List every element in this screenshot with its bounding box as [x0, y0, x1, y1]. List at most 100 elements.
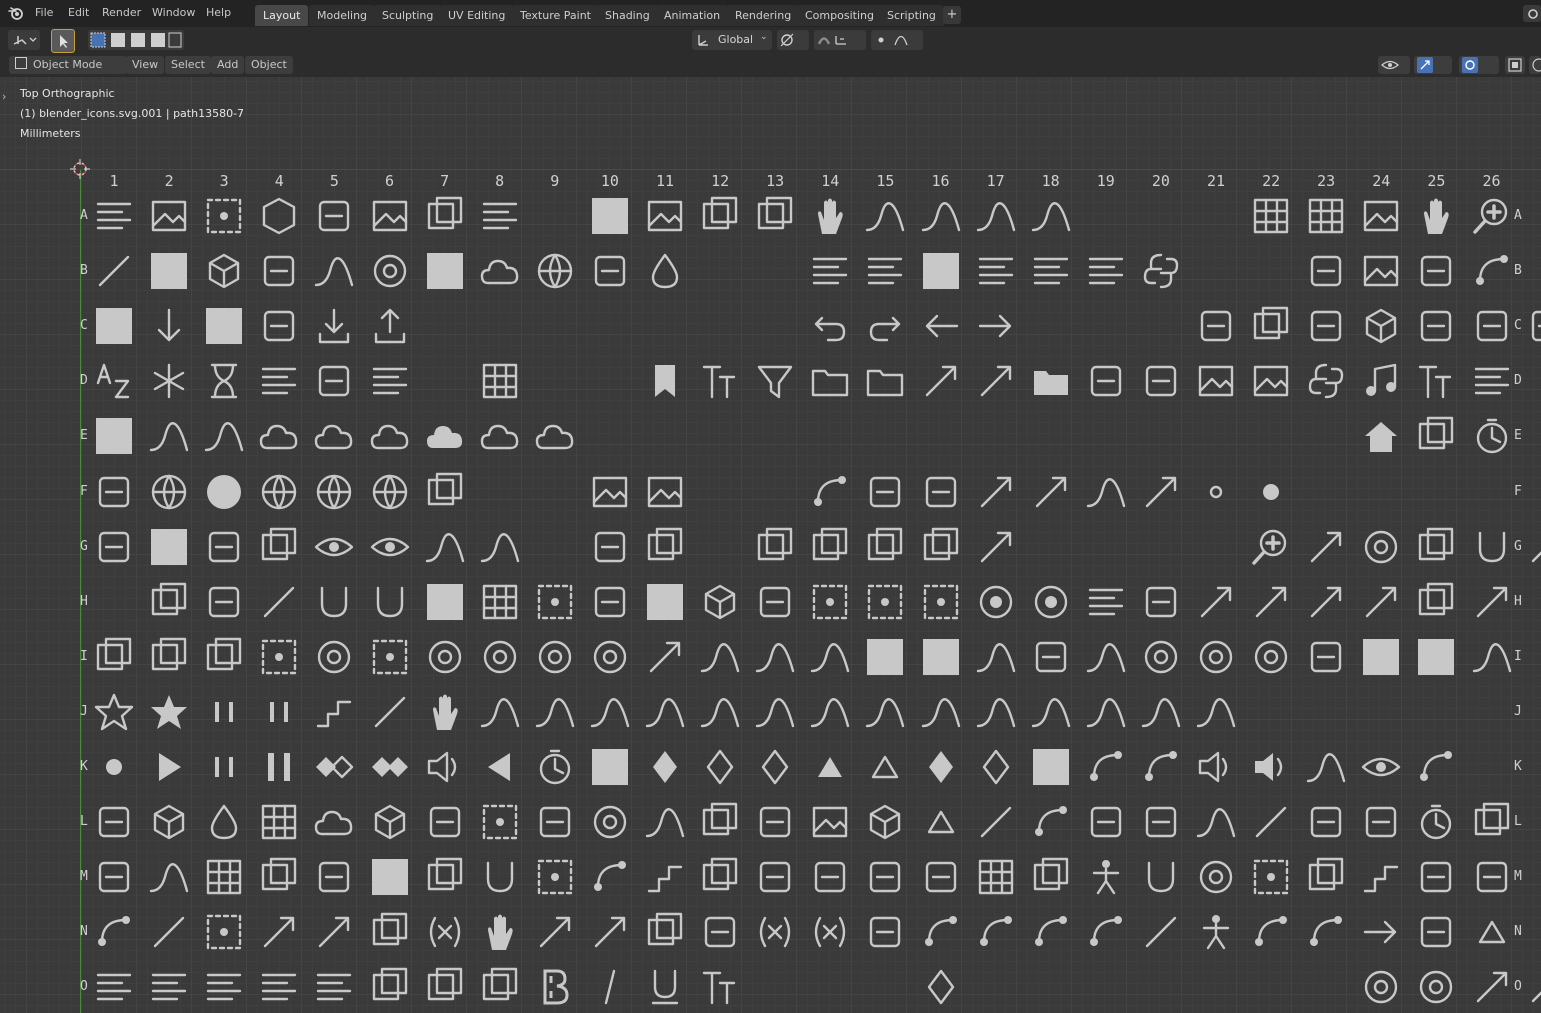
bow-tie-filled-icon [368, 745, 412, 789]
overlay-icon [1462, 57, 1478, 73]
square-filled-icon [1414, 635, 1458, 679]
column-label: 10 [600, 172, 619, 190]
tab-compositing[interactable]: Compositing [797, 5, 882, 26]
box-bottom-icon [478, 965, 522, 1009]
proportional-icon [878, 35, 908, 46]
dotted-box-icon [808, 580, 852, 624]
menu-add[interactable]: Add [211, 56, 245, 74]
drop-icon [643, 249, 687, 293]
scene-icon[interactable] [1522, 4, 1541, 23]
overlays-dropdown[interactable] [1459, 56, 1499, 74]
blender-logo-icon[interactable] [8, 5, 24, 21]
stopwatch-icon [533, 745, 577, 789]
tab-uv-editing[interactable]: UV Editing [440, 5, 514, 26]
tab-shading[interactable]: Shading [597, 5, 658, 26]
column-label: 7 [440, 172, 450, 190]
square-filled-icon [1359, 635, 1403, 679]
proportional-edit-dropdown[interactable] [871, 30, 923, 50]
rotate-square-icon [1029, 855, 1073, 899]
select-tool-button[interactable] [51, 29, 75, 53]
grid-perspective-icon [1249, 194, 1293, 238]
menu-help[interactable]: Help [206, 6, 231, 19]
row-label: F [80, 483, 88, 499]
redo-icon [863, 304, 907, 348]
curve-wavy-icon [919, 690, 963, 734]
wave-tilde-icon [1084, 470, 1128, 514]
snap-icon [817, 36, 846, 45]
cloud-outline-icon [478, 414, 522, 458]
tab-sculpting[interactable]: Sculpting [374, 5, 442, 26]
shading-mode-button[interactable] [1529, 56, 1541, 74]
cloud-outline-icon [533, 414, 577, 458]
curl-icon [1414, 855, 1458, 899]
line-icon [368, 690, 412, 734]
square-filled-icon [1029, 745, 1073, 789]
square-dot-icon [147, 580, 191, 624]
column-label: 3 [219, 172, 229, 190]
parent-boxes-icon [753, 525, 797, 569]
new-folder-icon [808, 359, 852, 403]
rotate-back-icon [588, 910, 632, 954]
snap-grid-icon [478, 580, 522, 624]
spiral-icon [1304, 635, 1348, 679]
mode-dropdown[interactable]: Object Mode [9, 56, 127, 74]
tab-texture-paint[interactable]: Texture Paint [512, 5, 599, 26]
image-alpha-icon [643, 194, 687, 238]
particles-icon [478, 249, 522, 293]
box-cut-icon [863, 525, 907, 569]
node-line-icon [1249, 800, 1293, 844]
square-rounded-icon [92, 635, 136, 679]
pivot-point-dropdown[interactable] [777, 30, 809, 50]
menu-object[interactable]: Object [245, 56, 293, 74]
gizmo-dropdown[interactable] [1414, 56, 1452, 74]
tab-animation[interactable]: Animation [656, 5, 729, 26]
eye-icon [1381, 60, 1399, 70]
square-filled-icon [423, 249, 467, 293]
menu-edit[interactable]: Edit [68, 6, 89, 19]
double-arrow-icon [643, 635, 687, 679]
menu-window[interactable]: Window [152, 6, 195, 19]
sidebar-toggle-icon[interactable]: › [2, 90, 6, 103]
node-dot-icon [974, 910, 1018, 954]
transform-orientation-dropdown[interactable]: Global ⌄ [692, 30, 772, 50]
undo-icon [808, 304, 852, 348]
two-circles-icon [478, 635, 522, 679]
italic-icon [588, 965, 632, 1009]
tab-modeling[interactable]: Modeling [309, 5, 376, 26]
dashed-cut-icon [257, 690, 301, 734]
row-label: O [80, 979, 88, 995]
corner-nodes-icon [588, 855, 632, 899]
menu-render[interactable]: Render [102, 6, 141, 19]
eye-cursor-icon [312, 525, 356, 569]
arch-icon [808, 635, 852, 679]
xray-toggle[interactable] [1505, 56, 1525, 74]
menu-view[interactable]: View [126, 56, 165, 74]
frame-icon [698, 855, 742, 899]
menu-file[interactable]: File [35, 6, 53, 19]
object-info: (1) blender_icons.svg.001 | path13580-7 [20, 107, 245, 120]
dashed-scale-icon [533, 855, 577, 899]
3d-cursor-icon[interactable] [70, 159, 90, 179]
arrow-right-icon [974, 304, 1018, 348]
tab-scripting[interactable]: Scripting [879, 5, 944, 26]
tab-rendering[interactable]: Rendering [727, 5, 800, 26]
tab-layout[interactable]: Layout [255, 5, 309, 26]
resize-diag-icon [974, 525, 1018, 569]
metaball-outline-icon [312, 414, 356, 458]
square-filled-icon [92, 304, 136, 348]
chevron-down-icon: ⌄ [760, 32, 768, 42]
snap-dropdown[interactable] [814, 30, 866, 50]
row-label-right: C [1514, 318, 1522, 334]
orientation-icon [698, 35, 708, 46]
visibility-dropdown[interactable] [1378, 56, 1410, 74]
ring-icon [1249, 635, 1293, 679]
editor-type-button[interactable] [8, 30, 40, 50]
row-label: D [80, 373, 88, 389]
add-workspace-button[interactable]: + [943, 6, 961, 24]
column-label: 21 [1206, 172, 1226, 190]
trapezoid-icon [863, 855, 907, 899]
sliders-icon [1084, 800, 1128, 844]
select-mode-group[interactable] [88, 30, 184, 50]
menu-select[interactable]: Select [165, 56, 211, 74]
box-mid-icon [423, 965, 467, 1009]
